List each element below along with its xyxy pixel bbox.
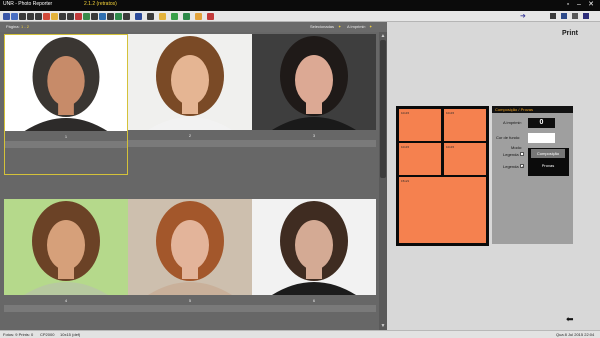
photo-thumbnail[interactable]: 2 (128, 34, 252, 175)
photo-caption-strip (252, 305, 376, 312)
photo-number: 1 (64, 134, 68, 139)
close-icon[interactable]: ✕ (587, 1, 595, 9)
minimize-icon[interactable]: – (575, 1, 583, 9)
status-printer: CP2000 (40, 332, 55, 337)
to-print-label: A imprimir: (503, 120, 522, 125)
layout-slot[interactable]: 10x15 (399, 143, 441, 175)
back-icon[interactable] (19, 13, 26, 20)
layout-preview[interactable]: 10x15 10x15 10x15 10x15 15x21 (396, 106, 489, 246)
print-icon: ✦ (369, 24, 373, 29)
slot-label: 10x15 (401, 111, 410, 115)
display-icon[interactable] (583, 13, 589, 19)
caption-label-2: Legenda (503, 164, 519, 169)
photo-thumbnail[interactable]: 4 (4, 199, 128, 330)
photo-number: 6 (312, 298, 316, 303)
layout-slot[interactable]: 10x15 (444, 143, 486, 175)
slot-label: 15x21 (401, 179, 410, 183)
list-icon[interactable] (99, 13, 106, 20)
status-format: 10x15 (def) (60, 332, 81, 337)
arrow-right-icon[interactable]: ➜ (520, 12, 526, 20)
zoom-icon[interactable] (123, 13, 130, 20)
photo-caption-strip (252, 140, 376, 147)
export-icon[interactable] (183, 13, 190, 20)
slot-label: 10x15 (401, 145, 410, 149)
settings-icon[interactable] (561, 13, 567, 19)
mail-icon[interactable] (75, 13, 82, 20)
portrait-image (252, 199, 376, 295)
status-datetime: Qua 8 Jul 2015 22:04 (556, 332, 595, 337)
trash-icon[interactable] (207, 13, 214, 20)
add-icon[interactable] (171, 13, 178, 20)
pages-label: Página: (6, 24, 20, 29)
photo-number: 4 (64, 298, 68, 303)
portrait-image (5, 35, 127, 131)
warning-icon[interactable] (195, 13, 202, 20)
pages-value: 1 - 2 (21, 24, 30, 29)
composition-button[interactable]: Composição (531, 149, 565, 158)
photo-caption-strip (128, 305, 252, 312)
filter-icon[interactable] (147, 13, 154, 20)
slot-label: 10x15 (446, 145, 455, 149)
photo-number: 3 (312, 133, 316, 138)
window-icon[interactable] (550, 13, 556, 19)
portrait-image (128, 34, 252, 130)
palette-icon[interactable] (83, 13, 90, 20)
slot-label: 10x15 (446, 111, 455, 115)
photo-number: 2 (188, 133, 192, 138)
selected-icon: ✦ (338, 24, 342, 29)
photo-number: 5 (188, 298, 192, 303)
photo-thumbnail[interactable]: 5 (128, 199, 252, 330)
photo-thumbnail[interactable]: 3 (252, 34, 376, 175)
open-icon[interactable] (11, 13, 18, 20)
back-arrow-icon[interactable]: ⬅ (566, 314, 574, 325)
layout-slot[interactable]: 10x15 (399, 109, 441, 141)
version-label: 2.1.2 (retratos) (84, 1, 117, 7)
portrait-image (4, 199, 128, 295)
print-title: Print (562, 30, 578, 37)
print-count-field[interactable]: 0 (528, 118, 555, 128)
selected-label: Selecionadas (310, 24, 335, 29)
caption-checkbox-1[interactable] (520, 152, 524, 156)
photo-caption-strip (128, 140, 252, 147)
wand-icon[interactable] (67, 13, 74, 20)
scroll-down-icon[interactable]: ▼ (379, 322, 387, 330)
photo-grid: 1 2 3 4 5 6 (0, 32, 379, 330)
star-icon[interactable] (159, 13, 166, 20)
print-count-label: A imprimir: (347, 24, 366, 29)
restore-icon[interactable]: ▫ (564, 1, 572, 9)
composition-title: Composição / Provas (495, 107, 534, 112)
forward-icon[interactable] (27, 13, 34, 20)
photo-thumbnail[interactable]: 6 (252, 199, 376, 330)
caption-label-1: Legenda (503, 152, 519, 157)
portrait-image (252, 34, 376, 130)
photo-thumbnail[interactable]: 1 (4, 34, 128, 175)
toolbar (0, 11, 600, 22)
proofs-button[interactable]: Provas (531, 160, 565, 172)
bg-color-field[interactable] (528, 133, 555, 143)
caption-checkbox-2[interactable]: ✓ (520, 164, 524, 169)
photo-caption-strip (4, 305, 128, 312)
app-title: UNR - Photo Reporter (3, 1, 53, 7)
mode-label: Modo: (511, 145, 523, 150)
crop-icon[interactable] (107, 13, 114, 20)
monitor-icon[interactable] (572, 13, 578, 19)
bg-color-label: Cor de fundo: (496, 135, 521, 140)
portrait-image (128, 199, 252, 295)
text-icon[interactable] (91, 13, 98, 20)
status-counts: Fotos: 9 Prints: 0 (3, 332, 34, 337)
info-icon[interactable] (135, 13, 142, 20)
scroll-up-icon[interactable]: ▲ (379, 32, 387, 40)
status-bar (0, 330, 600, 338)
edit-icon[interactable] (59, 13, 66, 20)
photo-caption-strip (5, 141, 127, 148)
scroll-thumb[interactable] (380, 40, 386, 178)
grid-icon[interactable] (115, 13, 122, 20)
app-icon[interactable] (3, 13, 10, 20)
undo-icon[interactable] (35, 13, 42, 20)
layout-slot[interactable]: 15x21 (399, 177, 486, 243)
select-icon[interactable] (43, 13, 50, 20)
layout-slot[interactable]: 10x15 (444, 109, 486, 141)
pen-icon[interactable] (51, 13, 58, 20)
